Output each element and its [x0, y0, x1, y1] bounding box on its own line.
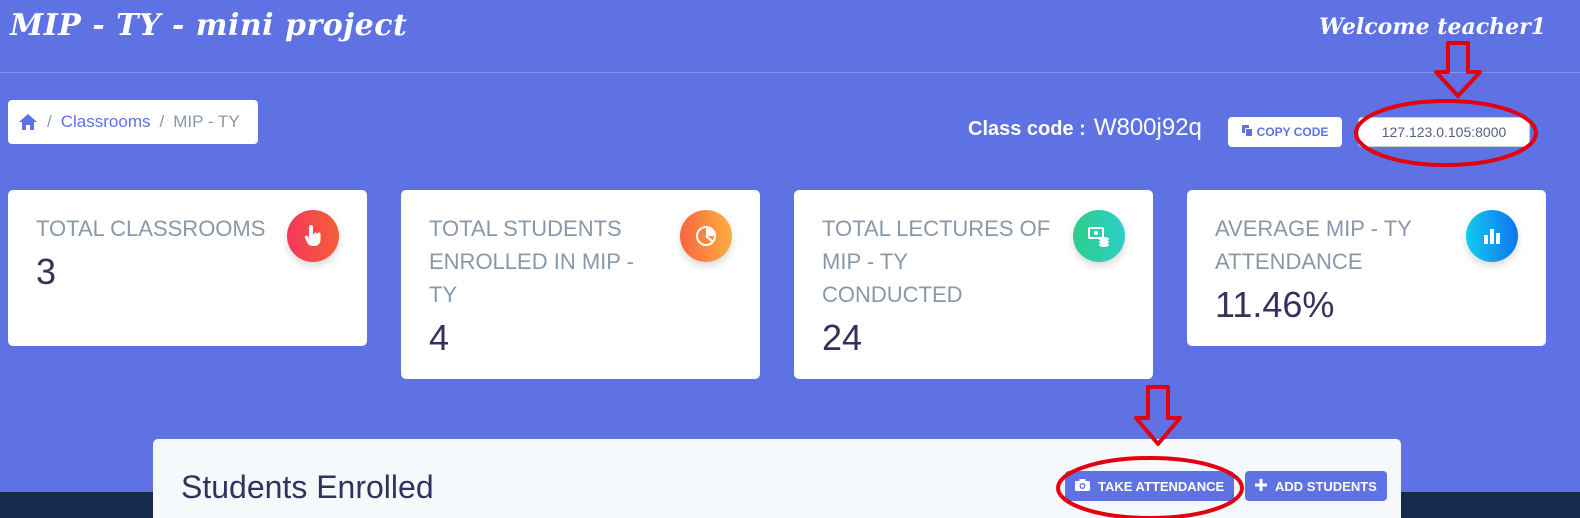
- breadcrumb-separator: /: [47, 112, 52, 131]
- stat-value: 24: [822, 317, 863, 358]
- breadcrumb: / Classrooms / MIP - TY: [8, 100, 258, 144]
- stat-value: 3: [36, 251, 57, 292]
- bar-chart-icon: [1466, 210, 1518, 262]
- stat-card-attendance: AVERAGE MIP - TY ATTENDANCE 11.46%: [1187, 190, 1546, 346]
- take-attendance-button[interactable]: TAKE ATTENDANCE: [1065, 471, 1235, 501]
- class-code-value: W800j92q: [1093, 114, 1202, 141]
- stat-title: TOTAL CLASSROOMS: [36, 216, 266, 241]
- breadcrumb-classrooms[interactable]: Classrooms: [61, 112, 151, 132]
- copy-icon: [1241, 124, 1253, 140]
- students-enrolled-panel: Students Enrolled TAKE ATTENDANCE ADD ST…: [153, 439, 1401, 518]
- stat-card-students: TOTAL STUDENTS ENROLLED IN MIP - TY 4: [401, 190, 760, 379]
- breadcrumb-separator: /: [159, 112, 165, 131]
- add-students-label: ADD STUDENTS: [1275, 478, 1377, 494]
- breadcrumb-current: MIP - TY: [173, 112, 240, 131]
- pie-chart-icon: [680, 210, 732, 262]
- stat-value: 4: [429, 317, 450, 358]
- stat-title: TOTAL STUDENTS ENROLLED IN MIP - TY: [429, 216, 634, 307]
- take-attendance-label: TAKE ATTENDANCE: [1098, 478, 1225, 494]
- stat-card-classrooms: TOTAL CLASSROOMS 3: [8, 190, 367, 346]
- stat-value: 11.46%: [1215, 284, 1335, 325]
- home-icon[interactable]: [18, 113, 38, 131]
- app-title: MIP - TY - mini project: [10, 8, 408, 43]
- copy-code-button[interactable]: COPY CODE: [1228, 117, 1342, 147]
- panel-title: Students Enrolled: [181, 469, 434, 505]
- class-code-label: Class code :: [968, 118, 1086, 140]
- money-coins-icon: [1073, 210, 1125, 262]
- add-students-button[interactable]: ADD STUDENTS: [1245, 471, 1387, 501]
- plus-icon: [1255, 478, 1267, 494]
- server-url-input[interactable]: [1358, 117, 1530, 147]
- annotation-arrow-url: [1434, 41, 1482, 98]
- camera-icon: [1075, 478, 1090, 494]
- stat-card-lectures: TOTAL LECTURES OF MIP - TY CONDUCTED 24: [794, 190, 1153, 379]
- header-divider: [0, 72, 1580, 73]
- stat-title: TOTAL LECTURES OF MIP - TY CONDUCTED: [822, 216, 1051, 307]
- stat-title: AVERAGE MIP - TY ATTENDANCE: [1215, 216, 1412, 274]
- welcome-user: Welcome teacher1: [1319, 14, 1546, 40]
- copy-code-label: COPY CODE: [1256, 125, 1329, 139]
- class-code: Class code : W800j92q: [968, 114, 1202, 142]
- hand-pointer-icon: [287, 210, 339, 262]
